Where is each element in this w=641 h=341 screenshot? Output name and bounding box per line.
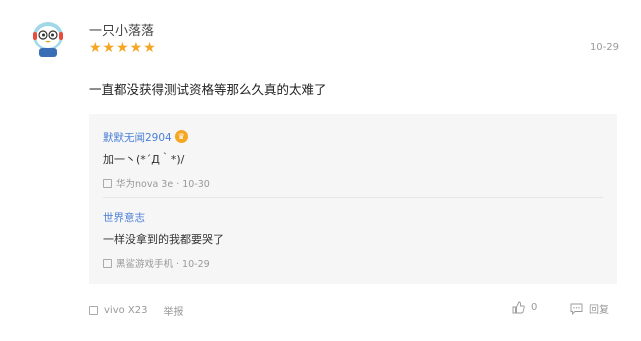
username[interactable]: 一只小落落 — [89, 20, 154, 39]
reply-text: 一样没拿到的我都要哭了 — [103, 233, 224, 246]
reply-meta: 华为nova 3e · 10-30 — [103, 176, 210, 190]
reviewer-device: vivo X23 — [104, 305, 148, 316]
reply-button[interactable]: 回复 — [570, 301, 609, 316]
thumbs-up-icon — [512, 301, 525, 314]
like-button[interactable]: 0 — [512, 301, 537, 314]
reply-device-date: 华为nova 3e · 10-30 — [116, 179, 210, 190]
review-footer: vivo X23 举报 — [89, 303, 184, 318]
phone-icon — [103, 258, 112, 268]
phone-icon — [89, 306, 98, 315]
rating-stars: ★★★★★ — [89, 40, 157, 56]
reply-author[interactable]: 世界意志 — [103, 210, 224, 225]
replies-panel: 默默无闻2904 ♛ 加一丶(*´Д｀*)/ 华为nova 3e · 10-30 … — [89, 114, 617, 284]
reply-author[interactable]: 默默无闻2904 — [103, 132, 172, 144]
reply-label: 回复 — [589, 305, 609, 316]
phone-icon — [103, 178, 112, 188]
comment-icon — [570, 303, 583, 315]
reply-item[interactable]: 默默无闻2904 ♛ 加一丶(*´Д｀*)/ 华为nova 3e · 10-30 — [103, 126, 210, 190]
review-date: 10-29 — [589, 42, 619, 53]
report-button[interactable]: 举报 — [164, 303, 184, 318]
crown-badge-icon: ♛ — [174, 130, 188, 143]
reply-divider — [103, 197, 603, 198]
reply-text: 加一丶(*´Д｀*)/ — [103, 153, 185, 166]
reply-device-date: 黑鲨游戏手机 · 10-29 — [116, 259, 210, 270]
reply-item[interactable]: 世界意志 一样没拿到的我都要哭了 黑鲨游戏手机 · 10-29 — [103, 210, 224, 270]
reply-meta: 黑鲨游戏手机 · 10-29 — [103, 256, 224, 270]
like-count: 0 — [531, 302, 538, 313]
user-avatar[interactable] — [30, 20, 66, 58]
review-text: 一直都没获得测试资格等那么久真的太难了 — [89, 82, 327, 97]
